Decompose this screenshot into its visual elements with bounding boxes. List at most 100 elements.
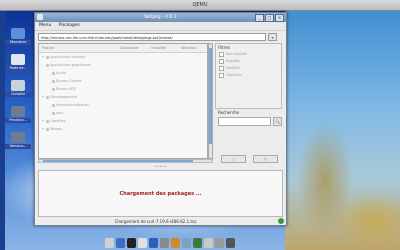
status-text: Chargement de curl-7.19.6-i486-62.1.txz	[114, 219, 197, 224]
tree-expander-icon[interactable]: +	[41, 53, 45, 61]
tree-expander-icon[interactable]: +	[41, 117, 45, 125]
category-icon	[46, 95, 49, 99]
filter-checkbox[interactable]	[219, 52, 224, 57]
tree-row[interactable]: Internationalisation	[39, 101, 207, 109]
window-titlebar[interactable]: Netpkg - 4.6.3 _ □ ×	[35, 13, 286, 22]
url-dropdown-button[interactable]: ▾	[268, 33, 277, 41]
tree-row[interactable]: + Applications console	[39, 53, 207, 61]
category-icon	[52, 111, 55, 115]
minimize-button[interactable]: _	[255, 14, 264, 22]
apply-button[interactable]: ⇩	[221, 155, 246, 163]
filter-label: Modifiés	[226, 66, 240, 70]
pane-divider[interactable]: •••••	[35, 165, 286, 169]
tree-vertical-scrollbar[interactable]	[208, 43, 213, 159]
scrollbar-thumb[interactable]	[209, 48, 212, 144]
desktop-icon-image	[11, 80, 25, 91]
tree-horizontal-scrollbar[interactable]	[38, 159, 213, 163]
search-title: Recherche	[218, 110, 240, 115]
tree-row-label: Bureau KDE	[56, 87, 77, 91]
filter-checkbox[interactable]	[219, 59, 224, 64]
mirror-url-field[interactable]: http://mirrors.cdn.llm.univ-lille.fr/ubu…	[38, 33, 266, 41]
dock-launcher-icon[interactable]	[149, 238, 158, 248]
filter-label: Installés	[226, 59, 240, 63]
maximize-button[interactable]: □	[265, 14, 274, 22]
desktop-icon-image	[11, 106, 25, 117]
tree-row[interactable]: + Développement	[39, 93, 207, 101]
tree-row[interactable]: Bureau Gnome	[39, 77, 207, 85]
filter-option[interactable]: Orphelins	[216, 72, 281, 79]
category-icon	[46, 55, 49, 59]
menu-item-menu[interactable]: Menu	[39, 23, 51, 28]
category-icon	[46, 119, 49, 123]
dock-launcher-icon[interactable]	[215, 238, 224, 248]
category-icon	[52, 103, 55, 107]
tree-row[interactable]: + Réseau	[39, 125, 207, 133]
filter-option[interactable]: Non installés	[216, 51, 281, 58]
tree-row[interactable]: + Librairies	[39, 117, 207, 125]
desktop-icon-label: Répertoire	[5, 40, 31, 45]
loading-message: Chargement des packages ...	[119, 191, 202, 197]
window-title: Netpkg - 4.6.3	[144, 15, 177, 20]
tree-row-label: Applications graphiques	[50, 63, 91, 67]
column-selection[interactable]: Sélection	[178, 44, 207, 52]
dock-launcher-icon[interactable]	[127, 238, 136, 248]
tree-expander-icon[interactable]: –	[41, 61, 45, 69]
wallpaper-grass	[285, 10, 400, 250]
status-bar: Chargement de curl-7.19.6-i486-62.1.txz	[35, 218, 286, 225]
tree-row-label: Internationalisation	[56, 103, 89, 107]
package-tree[interactable]: Paquet Disponible Installée Sélection + A…	[38, 43, 208, 159]
filters-group: Filtres Non installés Installés Modifiés Or…	[215, 43, 282, 109]
dock-launcher-icon[interactable]	[204, 238, 213, 248]
desktop-icon-image	[11, 28, 25, 39]
tree-row[interactable]: Jeux	[39, 109, 207, 117]
tree-row-label: Jeux	[56, 111, 64, 115]
dock-launcher-icon[interactable]	[182, 238, 191, 248]
menubar: Menu Packages	[35, 22, 286, 31]
dock-launcher-icon[interactable]	[138, 238, 147, 248]
column-installed[interactable]: Installée	[148, 44, 177, 52]
tree-row-label: Développement	[50, 95, 78, 99]
desktop-icon[interactable]: Poste de...	[5, 54, 31, 71]
tree-row-label: Librairies	[50, 119, 66, 123]
filter-option[interactable]: Installés	[216, 58, 281, 65]
details-pane: Chargement des packages ...	[38, 170, 283, 217]
search-button[interactable]: 🔍	[273, 117, 282, 126]
dock-launcher-icon[interactable]	[193, 238, 202, 248]
dock-launcher-icon[interactable]	[116, 238, 125, 248]
outer-window-title: QEMU	[192, 2, 208, 8]
dock-launcher-icon[interactable]	[171, 238, 180, 248]
category-icon	[46, 127, 49, 131]
filter-checkbox[interactable]	[219, 66, 224, 71]
filter-label: Orphelins	[226, 73, 242, 77]
outer-window-titlebar[interactable]: QEMU	[0, 0, 400, 11]
filter-label: Non installés	[226, 52, 248, 56]
remove-button[interactable]: ✎	[253, 155, 278, 163]
desktop-icon-label: Sessions...	[5, 144, 31, 149]
search-input[interactable]	[218, 117, 271, 126]
close-button[interactable]: ×	[275, 14, 284, 22]
tree-row[interactable]: – Applications graphiques	[39, 61, 207, 69]
filter-checkbox[interactable]	[219, 73, 224, 78]
status-ok-icon	[278, 218, 284, 224]
desktop-icon[interactable]: Persistan...	[5, 106, 31, 123]
netpkg-window: Netpkg - 4.6.3 _ □ × Menu Packages http:…	[34, 12, 287, 226]
menu-item-packages[interactable]: Packages	[59, 23, 80, 28]
tree-row-label: Audio	[56, 71, 66, 75]
scrollbar-thumb[interactable]	[43, 160, 193, 162]
desktop-icon[interactable]: Corbeille	[5, 80, 31, 97]
filters-title: Filtres	[218, 45, 230, 50]
tree-expander-icon[interactable]: +	[41, 93, 45, 101]
tree-row-label: Réseau	[50, 127, 63, 131]
dock-launcher-icon[interactable]	[105, 238, 114, 248]
desktop-icon[interactable]: Répertoire	[5, 28, 31, 45]
dock-launcher-icon[interactable]	[160, 238, 169, 248]
tree-expander-icon[interactable]: +	[41, 125, 45, 133]
desktop-icon[interactable]: Sessions...	[5, 132, 31, 149]
column-available[interactable]: Disponible	[117, 44, 148, 52]
dock-launcher-icon[interactable]	[226, 238, 235, 248]
tree-row[interactable]: Audio	[39, 69, 207, 77]
category-icon	[46, 63, 49, 67]
column-package[interactable]: Paquet	[39, 44, 117, 52]
tree-row[interactable]: Bureau KDE	[39, 85, 207, 93]
filter-option[interactable]: Modifiés	[216, 65, 281, 72]
